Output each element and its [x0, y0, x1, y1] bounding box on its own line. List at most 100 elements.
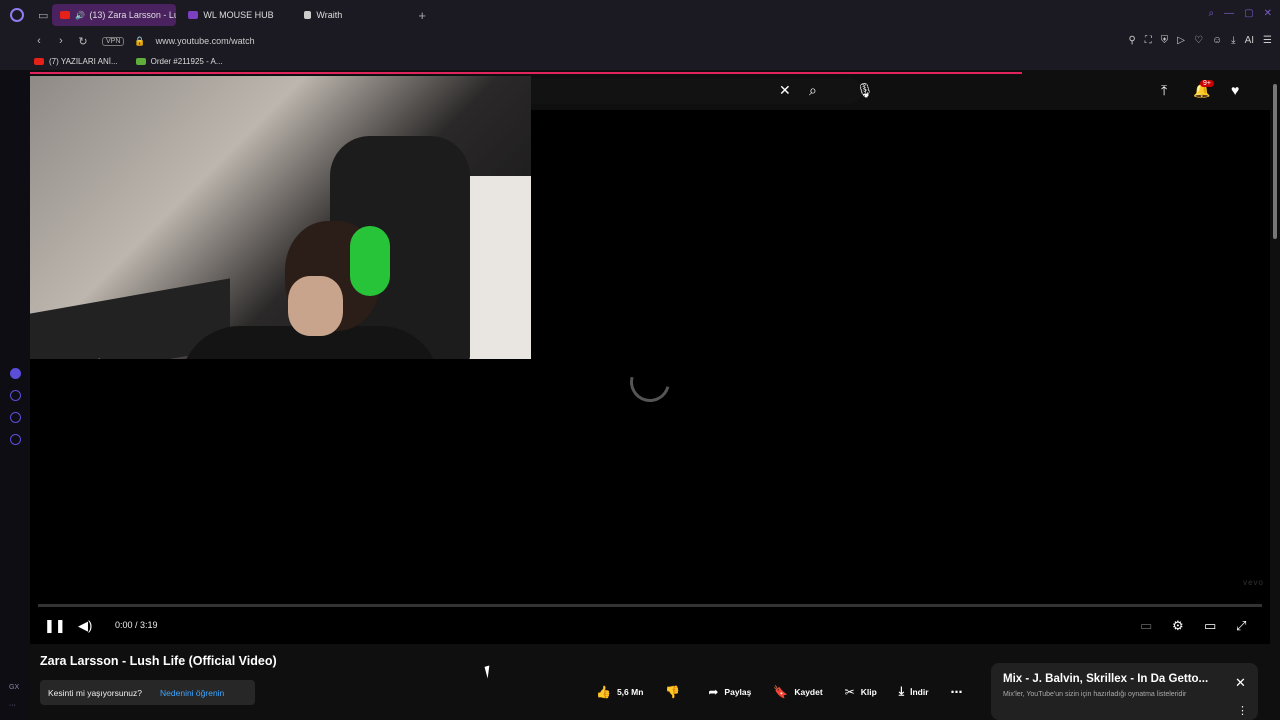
opera-sidebar: GX ··· — [0, 70, 30, 720]
volume-icon[interactable]: ◀) — [78, 618, 92, 634]
more-actions-button[interactable]: ⋯ — [951, 685, 969, 699]
heart-icon[interactable]: ♡ — [1194, 35, 1203, 46]
save-label: Kaydet — [794, 686, 823, 697]
ai-button[interactable]: AI — [1245, 35, 1254, 46]
notice-link[interactable]: Nedenini öğrenin — [160, 688, 224, 698]
tab-label: (13) Zara Larsson - Lus — [89, 10, 177, 20]
lock-icon[interactable]: 🔒 — [134, 36, 145, 47]
mix-playlist-card[interactable]: Mix - J. Balvin, Skrillex - In Da Getto.… — [991, 663, 1258, 720]
maximize-icon[interactable]: ▢ — [1244, 8, 1253, 19]
tab-youtube[interactable]: 🔊 (13) Zara Larsson - Lus — [52, 4, 177, 26]
scissors-icon: ✂ — [844, 684, 855, 699]
back-icon[interactable]: ‹ — [30, 35, 48, 47]
subtitles-icon[interactable]: ▭ — [1140, 618, 1152, 634]
close-icon[interactable]: ✕ — [1235, 675, 1246, 691]
speaker-icon[interactable]: 🔊 — [75, 11, 85, 20]
pin-icon[interactable]: ⚲ — [1128, 35, 1135, 46]
pinboard-icon[interactable] — [10, 412, 21, 423]
bookmark-label: Order #211925 - A... — [150, 56, 223, 66]
snapshot-icon[interactable]: ⛶ — [1145, 35, 1152, 46]
shop-favicon-icon — [135, 57, 146, 65]
time-display: 0:00 / 3:19 — [115, 620, 158, 630]
shield-icon[interactable]: ⛨ — [1161, 35, 1169, 46]
loading-spinner — [622, 354, 678, 410]
bookmark-item[interactable]: Order #211925 - A... — [135, 56, 223, 66]
save-button[interactable]: 🔖 Kaydet — [773, 685, 822, 699]
thumbs-up-icon: 👍 — [596, 684, 611, 699]
close-window-icon[interactable]: ✕ — [1264, 8, 1272, 19]
tab-wl-mouse-hub[interactable]: WL MOUSE HUB — [180, 4, 292, 26]
wraith-favicon-icon — [304, 11, 312, 19]
notice-question: Kesinti mi yaşıyorsunuz? — [48, 687, 143, 698]
mouse-cursor-icon — [484, 665, 493, 679]
notification-badge: 9+ — [1200, 80, 1214, 87]
bookmark-item[interactable]: (7) YAZILARI ANİ... — [34, 57, 118, 66]
upload-icon[interactable]: ⤒ — [1161, 82, 1167, 99]
browser-tab-bar: ▭ 🔊 (13) Zara Larsson - Lus WL MOUSE HUB… — [0, 0, 1280, 30]
address-bar: ‹ › ↻ VPN 🔒 www.youtube.com/watch ⚲ ⛶ ⛨ … — [0, 30, 1280, 52]
menu-icon[interactable]: ☰ — [1263, 35, 1272, 46]
mix-title: Mix - J. Balvin, Skrillex - In Da Getto.… — [1003, 673, 1209, 685]
player-icon[interactable]: ▷ — [1177, 35, 1185, 46]
like-button[interactable]: 👍 5,6 Mn — [596, 685, 643, 699]
page-scrollbar[interactable] — [1270, 74, 1280, 720]
youtube-favicon-icon — [60, 11, 71, 19]
clip-button[interactable]: ✂ Klip — [845, 685, 877, 699]
search-icon[interactable]: ⌕ — [809, 82, 817, 99]
video-player[interactable]: vevo ❚❚ ◀) 0:00 / 3:19 ▭ ⚙ ▭ ⤢ — [30, 76, 1270, 644]
thumbs-down-icon: 👎 — [665, 684, 681, 699]
profile-icon[interactable]: ☺ — [1212, 35, 1222, 46]
clear-search-icon[interactable]: ✕ — [779, 82, 791, 99]
bookmarks-bar: (7) YAZILARI ANİ... Order #211925 - A... — [0, 52, 1280, 70]
forward-icon[interactable]: › — [52, 35, 70, 47]
reload-icon[interactable]: ↻ — [74, 35, 92, 48]
search-tabs-icon[interactable]: ⌕ — [1209, 8, 1215, 19]
tab-label: WL MOUSE HUB — [203, 10, 274, 20]
download-icon[interactable]: ⤓ — [1231, 35, 1235, 46]
share-button[interactable]: ➦ Paylaş — [708, 685, 751, 699]
vpn-badge[interactable]: VPN — [102, 36, 125, 46]
more-vertical-icon[interactable]: ⋮ — [1237, 704, 1248, 717]
wl-favicon-icon — [188, 11, 199, 19]
tab-label: Wraith — [316, 10, 343, 20]
settings-icon[interactable] — [10, 434, 21, 445]
theater-mode-icon[interactable]: ▭ — [1204, 618, 1216, 634]
more-horizontal-icon: ⋯ — [950, 684, 963, 699]
url-field[interactable]: www.youtube.com/watch — [156, 36, 255, 46]
search-input[interactable] — [502, 78, 862, 104]
tab-wraith[interactable]: Wraith — [296, 4, 408, 26]
tab-manager-icon[interactable]: ▭ — [38, 9, 48, 22]
history-icon[interactable] — [10, 390, 21, 401]
scrollbar-thumb[interactable] — [1273, 84, 1277, 239]
video-title: Zara Larsson - Lush Life (Official Video… — [40, 654, 277, 668]
download-arrow-icon: ⤓ — [898, 684, 905, 698]
spotify-icon[interactable] — [10, 368, 21, 379]
like-count: 5,6 Mn — [616, 686, 644, 697]
clip-label: Klip — [860, 686, 877, 697]
minimize-icon[interactable]: — — [1224, 8, 1234, 19]
opera-logo-icon[interactable] — [10, 8, 24, 22]
window-controls: ⌕ — ▢ ✕ — [1209, 8, 1272, 19]
fullscreen-icon[interactable]: ⤢ — [1236, 618, 1246, 634]
video-actions: 👍 5,6 Mn 👎 ➦ Paylaş 🔖 Kaydet ✂ Klip ⤓ İn… — [596, 684, 991, 699]
seek-bar[interactable] — [38, 604, 1262, 607]
bookmark-label: (7) YAZILARI ANİ... — [49, 56, 118, 66]
outage-notice: Kesinti mi yaşıyorsunuz? Nedenini öğreni… — [40, 680, 255, 705]
dislike-button[interactable]: 👎 — [665, 685, 686, 699]
share-icon: ➦ — [708, 684, 719, 699]
vevo-watermark: vevo — [1243, 578, 1264, 587]
download-button[interactable]: ⤓ İndir — [899, 684, 929, 699]
webcam-overlay — [30, 76, 531, 359]
avatar[interactable]: ♥ — [1231, 82, 1239, 98]
microphone-icon[interactable]: 🎙 — [856, 82, 874, 99]
download-label: İndir — [910, 686, 929, 697]
pause-icon[interactable]: ❚❚ — [44, 618, 66, 634]
share-label: Paylaş — [724, 686, 752, 697]
mix-subtitle: Mix'ler, YouTube'un sizin için hazırladı… — [1003, 691, 1187, 698]
more-icon[interactable]: ··· — [9, 702, 16, 709]
gx-label[interactable]: GX — [9, 684, 19, 691]
webcam-person-face — [288, 276, 343, 336]
browser-toolbar: ⚲ ⛶ ⛨ ▷ ♡ ☺ ⤓ AI ☰ — [1128, 35, 1272, 46]
settings-gear-icon[interactable]: ⚙ — [1172, 618, 1184, 634]
new-tab-button[interactable]: + — [418, 8, 426, 23]
